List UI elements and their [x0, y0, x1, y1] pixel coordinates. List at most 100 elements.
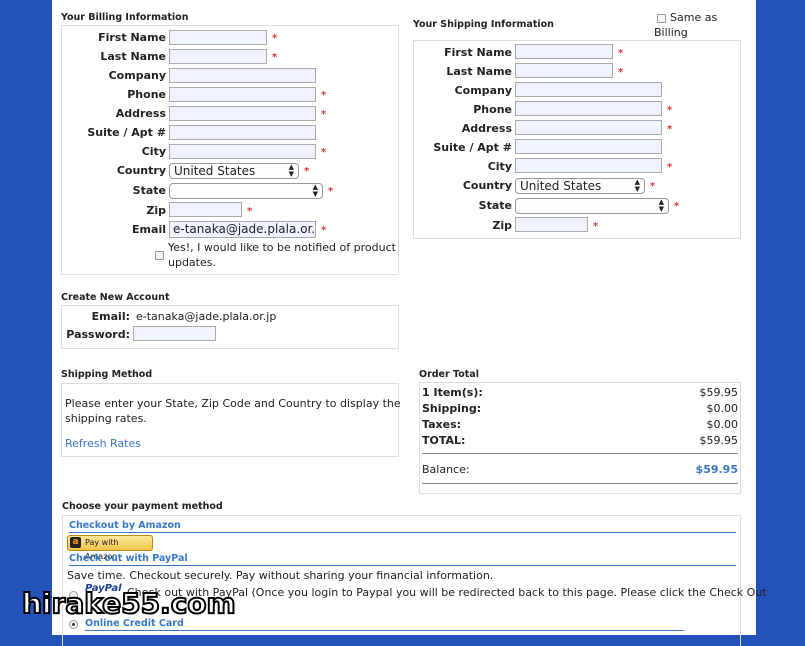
notify-text-line1: Yes!, I would like to be notified of pro… — [168, 241, 396, 254]
billing-address-label: Address — [115, 107, 166, 120]
shipping-country-label: Country — [462, 179, 512, 192]
shipping-method-message-1: Please enter your State, Zip Code and Co… — [65, 397, 401, 410]
billing-city-label: City — [141, 145, 166, 158]
billing-suite-label: Suite / Apt # — [87, 126, 166, 139]
billing-phone-label: Phone — [127, 88, 166, 101]
paypal-heading: Check out with PayPal — [69, 553, 736, 566]
pay-with-amazon-button[interactable]: a Pay with Amazon — [67, 535, 153, 561]
same-as-billing-label-1: Same as — [670, 11, 718, 24]
required-marker: * — [328, 186, 334, 197]
required-marker: * — [618, 67, 624, 78]
billing-phone-input[interactable] — [169, 87, 316, 102]
order-row-value: $0.00 — [706, 402, 739, 415]
radio-dot — [72, 623, 75, 626]
shipping-city-label: City — [487, 160, 512, 173]
shipping-method-message-2: shipping rates. — [65, 412, 147, 425]
order-row-label: 1 Item(s): — [422, 386, 483, 399]
shipping-state-select[interactable]: ▲ ▼ — [515, 198, 669, 214]
required-marker: * — [321, 147, 327, 158]
billing-state-select[interactable]: ▲ ▼ — [169, 183, 323, 199]
billing-title: Your Billing Information — [61, 12, 189, 23]
account-email-value: e-tanaka@jade.plala.or.jp — [136, 310, 277, 323]
billing-city-input[interactable] — [169, 144, 316, 159]
refresh-rates-link[interactable]: Refresh Rates — [65, 436, 141, 451]
same-as-billing-label-2: Billing — [654, 26, 688, 39]
order-row-value: $59.95 — [699, 386, 739, 399]
billing-country-select[interactable]: United States ▲ ▼ — [169, 163, 299, 179]
order-row-label: Taxes: — [422, 418, 462, 431]
notify-checkbox[interactable] — [155, 251, 164, 260]
order-row-value: $0.00 — [706, 418, 739, 431]
order-row-value: $59.95 — [699, 434, 739, 447]
shipping-last-name-label: Last Name — [446, 65, 512, 78]
balance-label: Balance: — [422, 463, 470, 476]
watermark-text: hirake55.com — [21, 586, 237, 621]
billing-zip-input[interactable] — [169, 202, 242, 217]
account-password-label: Password: — [66, 328, 130, 341]
shipping-zip-label: Zip — [492, 219, 512, 232]
required-marker: * — [321, 90, 327, 101]
account-password-input[interactable] — [133, 326, 216, 341]
shipping-first-name-label: First Name — [444, 46, 512, 59]
shipping-zip-input[interactable] — [515, 217, 588, 232]
required-marker: * — [618, 48, 624, 59]
required-marker: * — [667, 124, 673, 135]
shipping-company-input[interactable] — [515, 82, 662, 97]
billing-last-name-input[interactable] — [169, 49, 267, 64]
required-marker: * — [674, 201, 680, 212]
divider — [422, 483, 738, 484]
shipping-suite-input[interactable] — [515, 139, 662, 154]
required-marker: * — [304, 166, 310, 177]
billing-company-input[interactable] — [169, 68, 316, 83]
divider — [422, 453, 738, 454]
required-marker: * — [667, 105, 673, 116]
shipping-country-value: United States — [520, 179, 602, 193]
shipping-title: Your Shipping Information — [413, 19, 554, 30]
required-marker: * — [667, 162, 673, 173]
credit-card-radio[interactable] — [69, 620, 78, 629]
account-email-label: Email: — [91, 310, 130, 323]
billing-company-label: Company — [108, 69, 166, 82]
shipping-state-label: State — [478, 199, 512, 212]
select-arrows-icon: ▲ ▼ — [312, 183, 318, 198]
billing-suite-input[interactable] — [169, 125, 316, 140]
required-marker: * — [650, 181, 656, 192]
payment-title: Choose your payment method — [62, 501, 223, 512]
select-arrows-icon: ▲ ▼ — [288, 163, 294, 178]
required-marker: * — [247, 206, 253, 217]
required-marker: * — [272, 33, 278, 44]
order-row-label: Shipping: — [422, 402, 482, 415]
billing-address-input[interactable] — [169, 106, 316, 121]
shipping-phone-input[interactable] — [515, 101, 662, 116]
order-row-label: TOTAL: — [422, 434, 466, 447]
shipping-country-select[interactable]: United States ▲ ▼ — [515, 178, 645, 194]
billing-last-name-label: Last Name — [100, 50, 166, 63]
amazon-logo-icon: a — [70, 537, 81, 548]
billing-zip-label: Zip — [146, 204, 166, 217]
shipping-method-title: Shipping Method — [61, 369, 153, 380]
shipping-address-input[interactable] — [515, 120, 662, 135]
billing-state-label: State — [132, 184, 166, 197]
billing-country-label: Country — [116, 164, 166, 177]
billing-email-label: Email — [132, 223, 166, 236]
shipping-city-input[interactable] — [515, 158, 662, 173]
shipping-company-label: Company — [454, 84, 512, 97]
amazon-heading: Checkout by Amazon — [69, 520, 736, 533]
required-marker: * — [272, 52, 278, 63]
billing-email-input[interactable]: e-tanaka@jade.plala.or.j — [169, 221, 316, 238]
billing-first-name-input[interactable] — [169, 30, 267, 45]
required-marker: * — [593, 221, 599, 232]
shipping-last-name-input[interactable] — [515, 63, 613, 78]
notify-text-line2: updates. — [168, 256, 216, 269]
billing-first-name-label: First Name — [98, 31, 166, 44]
select-arrows-icon: ▲ ▼ — [658, 198, 664, 213]
required-marker: * — [321, 109, 327, 120]
select-arrows-icon: ▲ ▼ — [634, 178, 640, 193]
billing-country-value: United States — [174, 164, 256, 178]
account-title: Create New Account — [61, 292, 170, 303]
same-as-billing-checkbox[interactable] — [657, 14, 666, 23]
shipping-first-name-input[interactable] — [515, 44, 613, 59]
order-total-title: Order Total — [419, 369, 479, 380]
required-marker: * — [321, 225, 327, 236]
shipping-phone-label: Phone — [473, 103, 512, 116]
